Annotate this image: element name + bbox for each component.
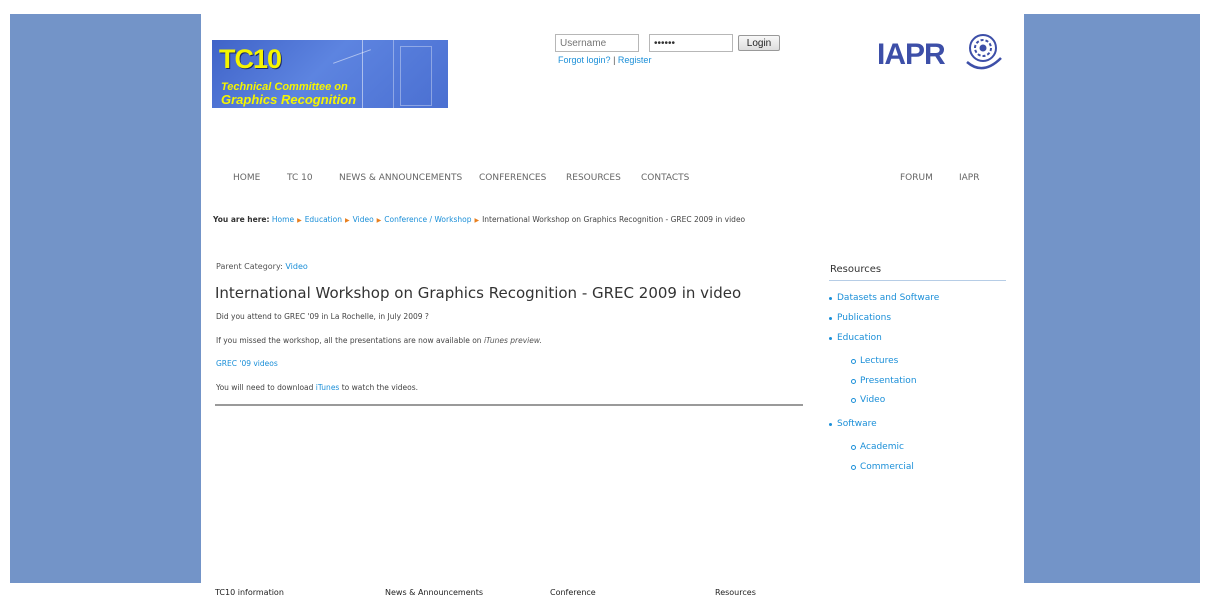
logo-title: TC10 [219,44,282,74]
right-background-panel [1024,14,1200,583]
parent-category: Parent Category: Video [216,262,308,271]
password-input[interactable] [649,34,733,52]
iapr-emblem-icon [966,34,1002,70]
circle-bullet-icon [851,359,856,364]
sidebar-item-label: Presentation [860,376,917,386]
article-title: International Workshop on Graphics Recog… [215,284,742,302]
footer-heading-conference: Conference [550,588,596,597]
logo-subtitle-line2: Graphics Recognition [221,92,357,107]
bullet-icon [829,423,832,426]
circle-bullet-icon [851,379,856,384]
sidebar-item-publications[interactable]: Publications [829,313,892,323]
sidebar-item-label: Academic [860,442,904,452]
article-paragraph-2-text: If you missed the workshop, all the pres… [216,336,482,345]
forgot-login-link[interactable]: Forgot login? [558,55,611,65]
itunes-preview-text: iTunes preview. [483,336,542,345]
sidebar-item-academic[interactable]: Academic [851,442,904,452]
breadcrumb-conference-workshop[interactable]: Conference / Workshop [384,215,471,224]
login-button[interactable]: Login [738,35,780,51]
sidebar-item-software[interactable]: Software [829,419,877,429]
parent-category-label: Parent Category: [216,262,283,271]
article-paragraph-3: GREC '09 videos [216,359,278,368]
sidebar-item-datasets[interactable]: Datasets and Software [829,293,940,303]
chevron-right-icon: ▶ [376,217,382,224]
article-paragraph-2: If you missed the workshop, all the pres… [216,336,542,345]
nav-item-tc10[interactable]: TC 10 [287,173,313,183]
nav-item-iapr[interactable]: IAPR [959,173,980,183]
bullet-icon [829,317,832,320]
nav-item-contacts[interactable]: CONTACTS [641,173,689,183]
iapr-logo[interactable]: IAPR [877,32,1007,82]
article-divider [215,404,803,406]
sidebar-divider [829,280,1006,281]
chevron-right-icon: ▶ [297,217,302,224]
username-input[interactable] [555,34,639,52]
circle-bullet-icon [851,465,856,470]
sidebar-item-label: Commercial [860,462,914,472]
breadcrumb-home[interactable]: Home [272,215,294,224]
bullet-icon [829,297,832,300]
sidebar-item-label: Video [860,395,886,405]
register-link[interactable]: Register [618,55,652,65]
logo-decoration [400,46,432,106]
page-container: TC10 Technical Committee on Graphics Rec… [201,14,1024,597]
sidebar-item-label: Education [837,333,882,343]
sidebar-item-video[interactable]: Video [851,395,886,405]
article-paragraph-4: You will need to download iTunes to watc… [216,383,418,392]
breadcrumb-prefix: You are here: [213,215,270,224]
sidebar-item-education[interactable]: Education [829,333,882,343]
circle-bullet-icon [851,398,856,403]
tc10-logo[interactable]: TC10 Technical Committee on Graphics Rec… [212,40,448,108]
login-links-separator: | [613,55,616,65]
sidebar-item-presentation[interactable]: Presentation [851,376,917,386]
nav-item-news[interactable]: NEWS & ANNOUNCEMENTS [339,173,462,183]
footer-heading-tc10-info: TC10 information [215,588,284,597]
iapr-logo-text: IAPR [877,38,946,71]
nav-item-resources[interactable]: RESOURCES [566,173,621,183]
nav-item-forum[interactable]: FORUM [900,173,933,183]
breadcrumb: You are here: Home ▶ Education ▶ Video ▶ Confe… [213,215,745,224]
breadcrumb-current: International Workshop on Graphics Recog… [482,215,746,224]
bullet-icon [829,337,832,340]
article-paragraph-4-after: to watch the videos. [341,383,419,392]
footer-heading-news: News & Announcements [385,588,483,597]
sidebar-title: Resources [830,264,882,275]
chevron-right-icon: ▶ [345,217,350,224]
breadcrumb-video[interactable]: Video [353,215,374,224]
footer-heading-resources: Resources [715,588,756,597]
left-background-panel [10,14,201,583]
sidebar-item-commercial[interactable]: Commercial [851,462,914,472]
parent-category-link[interactable]: Video [285,262,307,271]
sidebar-item-label: Publications [837,313,892,323]
nav-item-home[interactable]: HOME [233,173,260,183]
nav-item-conferences[interactable]: CONFERENCES [479,173,546,183]
itunes-link[interactable]: iTunes [316,383,340,392]
login-links: Forgot login? | Register [558,55,651,65]
chevron-right-icon: ▶ [474,217,480,224]
circle-bullet-icon [851,445,856,450]
sidebar-item-label: Software [837,419,877,429]
grec-videos-link[interactable]: GREC '09 videos [216,359,278,368]
sidebar-item-lectures[interactable]: Lectures [851,356,899,366]
article-paragraph-1: Did you attend to GREC '09 in La Rochell… [216,312,429,321]
sidebar-item-label: Lectures [860,356,899,366]
breadcrumb-education[interactable]: Education [305,215,342,224]
sidebar-item-label: Datasets and Software [837,293,940,303]
article-paragraph-4-before: You will need to download [216,383,314,392]
